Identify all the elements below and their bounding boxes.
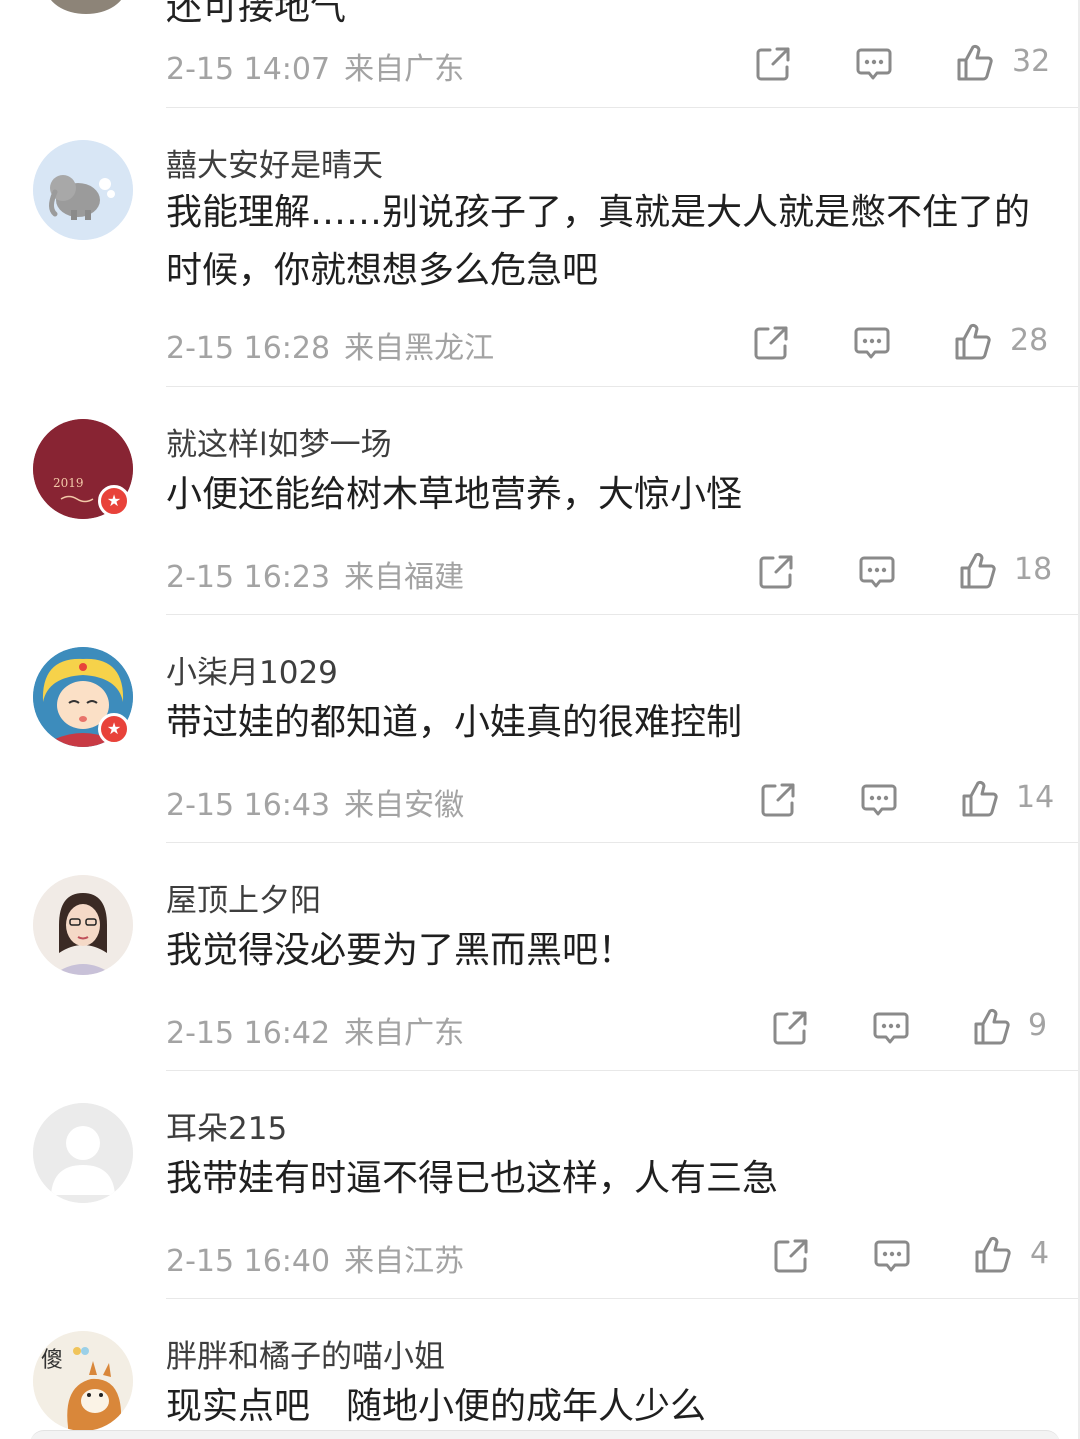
share-icon[interactable] (756, 552, 796, 592)
comment-location: 来自广东 (344, 52, 465, 87)
username[interactable]: 就这样l如梦一场 (166, 419, 392, 464)
comment-text: 小便还能给树木草地营养，大惊小怪 (166, 474, 743, 515)
comment-location: 来自黑龙江 (344, 331, 495, 366)
comment-icon[interactable] (859, 780, 899, 820)
share-icon[interactable] (751, 323, 791, 363)
comment-icon[interactable] (857, 552, 897, 592)
comment-time: 2-15 16:28 (166, 331, 331, 366)
comment-text: 我带娃有时逼不得已也这样，人有三急 (166, 1158, 779, 1199)
comment-icon[interactable] (871, 1008, 911, 1048)
comment-meta: 2-15 14:07 来自广东 (166, 44, 464, 88)
like-count: 18 (1014, 552, 1053, 587)
comment-icon[interactable] (872, 1236, 912, 1276)
thumbs-up-icon[interactable] (955, 43, 995, 83)
avatar[interactable] (33, 875, 133, 975)
comment-text: 我觉得没必要为了黑而黑吧！ (166, 930, 635, 971)
share-icon[interactable] (771, 1236, 811, 1276)
thumbs-up-icon[interactable] (953, 322, 993, 362)
comment-item: 屋顶上夕阳 我觉得没必要为了黑而黑吧！ 2-15 16:42 来自广东 9 (0, 843, 1080, 1071)
share-icon[interactable] (770, 1008, 810, 1048)
username[interactable]: 囍大安好是晴天 (166, 140, 383, 185)
comment-location: 来自福建 (344, 560, 465, 595)
comment-meta: 2-15 16:43 来自安徽 (166, 780, 464, 824)
thumbs-up-icon[interactable] (960, 779, 1000, 819)
comment-icon[interactable] (852, 323, 892, 363)
comment-item: 2019 ★ 就这样l如梦一场 小便还能给树木草地营养，大惊小怪 2-15 16… (0, 387, 1080, 615)
like-count: 14 (1016, 780, 1055, 815)
comment-meta: 2-15 16:28 来自黑龙江 (166, 323, 494, 367)
avatar[interactable] (33, 140, 133, 240)
comment-meta: 2-15 16:42 来自广东 (166, 1008, 464, 1052)
comment-time: 2-15 16:42 (166, 1016, 331, 1051)
comment-time: 2-15 16:23 (166, 560, 331, 595)
like-count: 4 (1030, 1236, 1050, 1271)
avatar-text: 傻 (41, 1348, 63, 1373)
comment-time: 2-15 16:40 (166, 1244, 331, 1279)
username[interactable]: 屋顶上夕阳 (166, 875, 321, 920)
comment-time: 2-15 14:07 (166, 52, 331, 87)
comment-item: ★ 小柒月1029 带过娃的都知道，小娃真的很难控制 2-15 16:43 来自安… (0, 615, 1080, 843)
comment-time: 2-15 16:43 (166, 788, 331, 823)
verified-star-badge-icon: ★ (98, 713, 130, 745)
comment-item: 傻 胖胖和橘子的喵小姐 现实点吧 随地小便的成年人少么 (0, 1299, 1080, 1439)
bottom-input-bar[interactable] (30, 1430, 1060, 1439)
thumbs-up-icon[interactable] (958, 551, 998, 591)
like-count: 28 (1010, 323, 1049, 358)
partial-comment: 还可接地气 2-15 14:07 来自广东 32 (0, 0, 1080, 108)
comment-text: 现实点吧 随地小便的成年人少么 (166, 1386, 707, 1427)
username[interactable]: 胖胖和橘子的喵小姐 (166, 1331, 445, 1376)
thumbs-up-icon[interactable] (972, 1007, 1012, 1047)
comment-item: 囍大安好是晴天 我能理解……别说孩子了，真就是大人就是憋不住了的时候，你就想想多… (0, 108, 1080, 388)
comment-text: 我能理解……别说孩子了，真就是大人就是憋不住了的时候，你就想想多么危急吧 (166, 192, 1031, 291)
comment-location: 来自广东 (344, 1016, 465, 1051)
avatar[interactable]: 傻 (33, 1331, 133, 1431)
avatar-text: 2019 (53, 476, 84, 490)
comment-text: 还可接地气 (166, 0, 347, 28)
avatar[interactable] (46, 0, 126, 14)
share-icon[interactable] (753, 44, 793, 84)
like-count: 32 (1012, 44, 1051, 79)
comment-text: 带过娃的都知道，小娃真的很难控制 (166, 702, 743, 743)
comment-icon[interactable] (854, 44, 894, 84)
thumbs-up-icon[interactable] (973, 1235, 1013, 1275)
comment-meta: 2-15 16:40 来自江苏 (166, 1236, 464, 1280)
comment-feed: 还可接地气 2-15 14:07 来自广东 32 囍大安好是晴天 我能理解……别… (0, 0, 1080, 1439)
like-count: 9 (1028, 1008, 1048, 1043)
comment-location: 来自江苏 (344, 1244, 465, 1279)
username[interactable]: 小柒月1029 (166, 647, 338, 692)
comment-meta: 2-15 16:23 来自福建 (166, 552, 464, 596)
share-icon[interactable] (758, 780, 798, 820)
comment-item: 耳朵215 我带娃有时逼不得已也这样，人有三急 2-15 16:40 来自江苏 4 (0, 1071, 1080, 1299)
verified-star-badge-icon: ★ (98, 485, 130, 517)
text-fade (690, 254, 830, 294)
comment-location: 来自安徽 (344, 788, 465, 823)
username[interactable]: 耳朵215 (166, 1103, 287, 1148)
avatar[interactable] (33, 1103, 133, 1203)
